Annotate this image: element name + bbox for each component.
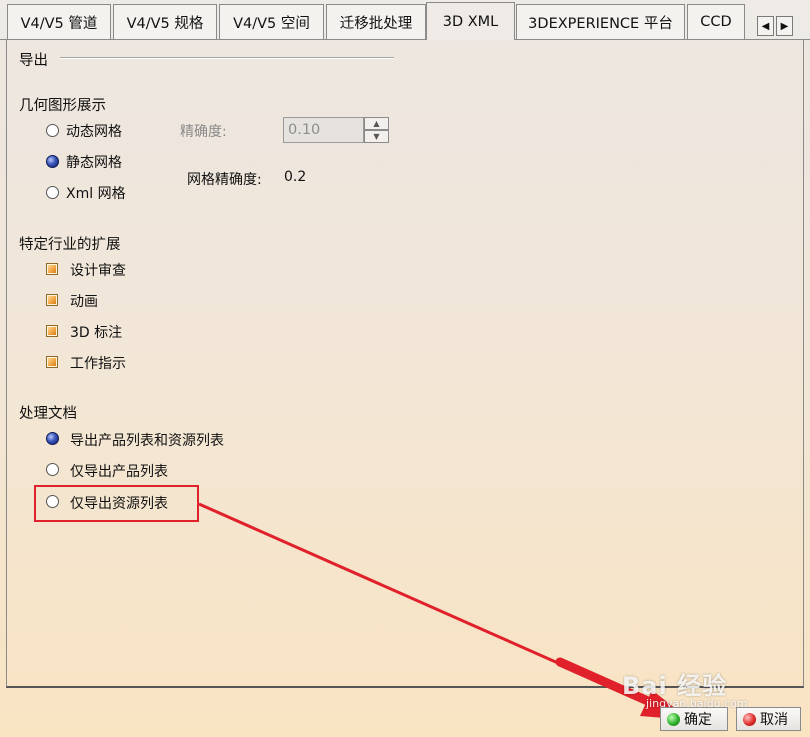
annotation-highlight-box [34, 485, 199, 522]
label-export-product-and-resource-list: 导出产品列表和资源列表 [70, 433, 224, 449]
label-3d-annotation: 3D 标注 [70, 325, 123, 341]
chevron-right-icon: ▶ [780, 20, 789, 32]
tab-v4v5-specs[interactable]: V4/V5 规格 [113, 4, 217, 39]
cancel-icon [743, 712, 756, 726]
label-xml-mesh: Xml 网格 [66, 186, 126, 202]
checkbox-animation[interactable] [46, 294, 58, 306]
spin-down-icon: ▼ [373, 132, 380, 141]
tab-v4v5-piping[interactable]: V4/V5 管道 [7, 4, 111, 39]
radio-xml-mesh[interactable] [46, 186, 59, 199]
checkbox-design-review[interactable] [46, 263, 58, 275]
mesh-precision-label: 网格精确度: [187, 172, 262, 188]
label-static-mesh: 静态网格 [66, 155, 122, 171]
precision-decrement-button[interactable]: ▼ [364, 130, 389, 143]
geometry-section-title: 几何图形展示 [19, 98, 106, 114]
tab-label: V4/V5 规格 [126, 15, 204, 32]
radio-export-product-list-only[interactable] [46, 463, 59, 476]
label-dynamic-mesh: 动态网格 [66, 124, 122, 140]
tab-label: V4/V5 空间 [233, 15, 310, 32]
precision-increment-button[interactable]: ▲ [364, 117, 389, 130]
tab-label: CCD [700, 14, 732, 30]
ok-button[interactable]: 确定 [660, 707, 728, 731]
tab-3dexperience-platform[interactable]: 3DEXPERIENCE 平台 [516, 4, 685, 39]
tab-scroll-right-button[interactable]: ▶ [776, 16, 793, 36]
label-animation: 动画 [70, 294, 98, 310]
cancel-button[interactable]: 取消 [736, 707, 801, 731]
tab-label: 迁移批处理 [339, 15, 413, 32]
tab-3d-xml[interactable]: 3D XML [426, 2, 515, 40]
tab-label: 3D XML [442, 13, 499, 30]
radio-export-product-and-resource-list[interactable] [46, 432, 59, 445]
radio-static-mesh[interactable] [46, 155, 59, 168]
tab-migration-batch[interactable]: 迁移批处理 [326, 4, 426, 39]
tab-underline [0, 39, 810, 40]
tab-label: 3DEXPERIENCE 平台 [528, 15, 673, 32]
precision-label: 精确度: [180, 124, 227, 140]
baidu-watermark: Bai 经验 [622, 672, 728, 700]
documents-section-title: 处理文档 [19, 406, 77, 422]
chevron-left-icon: ◀ [761, 20, 770, 32]
tab-label: V4/V5 管道 [20, 15, 98, 32]
spin-up-icon: ▲ [373, 119, 380, 128]
tab-strip: V4/V5 管道 V4/V5 规格 V4/V5 空间 迁移批处理 3D XML … [0, 0, 810, 40]
tab-ccd[interactable]: CCD [687, 4, 745, 39]
export-separator [60, 57, 394, 59]
ok-icon [667, 712, 680, 726]
checkbox-3d-annotation[interactable] [46, 325, 58, 337]
ok-button-label: 确定 [684, 712, 712, 728]
mesh-precision-value: 0.2 [284, 169, 307, 185]
tab-scroll-left-button[interactable]: ◀ [757, 16, 774, 36]
tab-v4v5-space[interactable]: V4/V5 空间 [219, 4, 324, 39]
checkbox-work-instructions[interactable] [46, 356, 58, 368]
label-export-product-list-only: 仅导出产品列表 [70, 464, 168, 480]
label-work-instructions: 工作指示 [70, 356, 126, 372]
radio-dynamic-mesh[interactable] [46, 124, 59, 137]
cancel-button-label: 取消 [760, 712, 788, 728]
export-section-title: 导出 [19, 53, 48, 69]
label-design-review: 设计审查 [70, 263, 126, 279]
precision-input[interactable] [283, 117, 364, 143]
industry-section-title: 特定行业的扩展 [19, 237, 121, 253]
